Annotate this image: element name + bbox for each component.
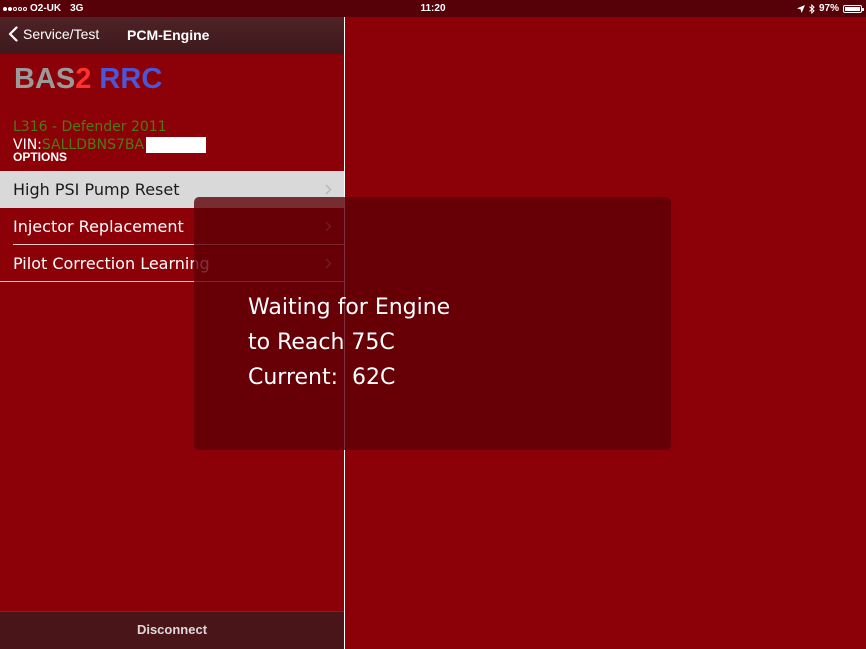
back-button[interactable]: Service/Test xyxy=(8,26,99,42)
app-logo: BAS2 RRC xyxy=(14,63,162,95)
disconnect-button[interactable]: Disconnect xyxy=(0,622,344,637)
navigation-bar: Service/Test PCM-Engine xyxy=(0,17,344,54)
vin-redaction-box xyxy=(146,137,207,153)
page-title: PCM-Engine xyxy=(127,27,210,43)
bluetooth-icon xyxy=(809,3,815,14)
vehicle-model: L316 - Defender 2011 xyxy=(13,119,167,135)
hud-message: Waiting for Engine to Reach 75C Current:… xyxy=(248,295,451,390)
back-button-label: Service/Test xyxy=(23,26,100,42)
progress-hud: Waiting for Engine to Reach 75C Current:… xyxy=(194,197,671,450)
options-header: OPTIONS xyxy=(13,150,68,164)
option-label: High PSI Pump Reset xyxy=(13,180,180,199)
location-arrow-icon xyxy=(796,4,805,13)
status-right: 97% xyxy=(796,3,864,14)
logo-part-rrc: RRC xyxy=(91,63,163,95)
status-bar: O2-UK 3G 11:20 97% xyxy=(0,0,866,17)
battery-level-fill xyxy=(845,6,860,11)
battery-percent: 97% xyxy=(818,3,839,14)
logo-part-two: 2 xyxy=(75,63,92,95)
chevron-left-icon xyxy=(8,26,18,42)
logo-part-bas: BAS xyxy=(14,63,76,95)
chevron-right-icon xyxy=(325,184,332,195)
option-label: Pilot Correction Learning xyxy=(13,254,210,273)
battery-icon xyxy=(843,4,864,13)
bottom-toolbar: Disconnect xyxy=(0,611,344,649)
status-time: 11:20 xyxy=(420,3,446,14)
option-label: Injector Replacement xyxy=(13,217,184,236)
